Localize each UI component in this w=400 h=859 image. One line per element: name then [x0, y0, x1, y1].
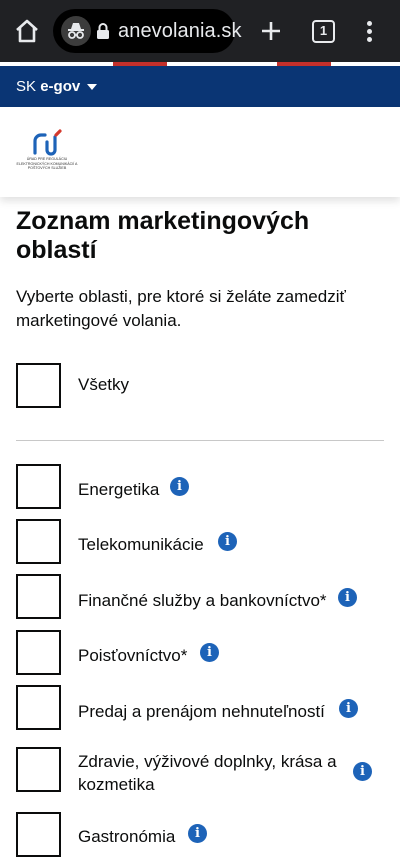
caret-down-icon[interactable]: [87, 84, 97, 90]
checkbox-row-all[interactable]: Všetky: [16, 363, 386, 408]
checkbox-label-gastronomia[interactable]: Gastronómia: [78, 825, 175, 848]
checkbox-row-gastronomia[interactable]: Gastronómia i: [16, 812, 386, 857]
checkbox-label-telekomunikacie[interactable]: Telekomunikácie: [78, 533, 204, 556]
intro-text: Vyberte oblasti, pre ktoré si želáte zam…: [16, 287, 346, 330]
checkbox-row-zdravie[interactable]: Zdravie, výživové doplnky, krása a kozme…: [16, 747, 386, 797]
checkbox-row-nehnutelnosti[interactable]: Predaj a prenájom nehnuteľností i: [16, 685, 386, 730]
checkbox-gastronomia[interactable]: [16, 812, 61, 857]
info-icon[interactable]: i: [338, 588, 357, 607]
new-tab-icon[interactable]: [258, 18, 284, 44]
checkbox-label-nehnutelnosti[interactable]: Predaj a prenájom nehnuteľností: [78, 700, 325, 723]
checkbox-label-poistovnictvo[interactable]: Poisťovníctvo*: [78, 644, 187, 667]
info-icon[interactable]: i: [353, 762, 372, 781]
logo-text: ÚRAD PRE REGULÁCIU ELEKTRONICKÝCH KOMUNI…: [16, 157, 78, 171]
lock-icon: [96, 22, 110, 40]
info-icon[interactable]: i: [218, 532, 237, 551]
egov-prefix: SK: [16, 78, 37, 95]
checkbox-telekomunikacie[interactable]: [16, 519, 61, 564]
checkbox-label-all[interactable]: Všetky: [78, 373, 129, 396]
info-icon[interactable]: i: [188, 824, 207, 843]
checkbox-poistovnictvo[interactable]: [16, 630, 61, 675]
page-title: Zoznam marketingových oblastí: [16, 207, 310, 264]
teleoff-logo[interactable]: ÚRAD PRE REGULÁCIU ELEKTRONICKÝCH KOMUNI…: [14, 129, 80, 181]
tab-switcher-button[interactable]: 1: [312, 20, 335, 43]
checkbox-label-energetika[interactable]: Energetika: [78, 478, 159, 501]
checkbox-row-poistovnictvo[interactable]: Poisťovníctvo* i: [16, 630, 386, 675]
checkbox-all[interactable]: [16, 363, 61, 408]
info-icon[interactable]: i: [170, 477, 189, 496]
info-icon[interactable]: i: [200, 643, 219, 662]
egov-menu-toggle[interactable]: SK e-gov: [16, 78, 80, 95]
checkbox-row-telekomunikacie[interactable]: Telekomunikácie i: [16, 519, 386, 564]
checkbox-zdravie[interactable]: [16, 747, 61, 792]
checkbox-label-zdravie[interactable]: Zdravie, výživové doplnky, krása a kozme…: [78, 750, 348, 796]
checkbox-financne-sluzby[interactable]: [16, 574, 61, 619]
address-bar[interactable]: anevolania.sk: [53, 9, 242, 53]
egov-label: e-gov: [40, 78, 81, 95]
checkbox-row-energetika[interactable]: Energetika i: [16, 464, 386, 509]
divider: [16, 440, 384, 441]
more-menu-icon[interactable]: [359, 18, 379, 46]
checkbox-nehnutelnosti[interactable]: [16, 685, 61, 730]
checkbox-row-financne-sluzby[interactable]: Finančné služby a bankovníctvo* i: [16, 574, 386, 619]
site-header: ÚRAD PRE REGULÁCIU ELEKTRONICKÝCH KOMUNI…: [0, 107, 400, 197]
incognito-icon: [61, 16, 91, 46]
flag-strip: [0, 62, 400, 66]
info-icon[interactable]: i: [339, 699, 358, 718]
home-icon[interactable]: [12, 16, 42, 46]
checkbox-energetika[interactable]: [16, 464, 61, 509]
checkbox-label-financne-sluzby[interactable]: Finančné služby a bankovníctvo*: [78, 589, 327, 612]
url-text: anevolania.sk: [118, 20, 242, 42]
browser-toolbar: anevolania.sk 1: [0, 0, 400, 62]
